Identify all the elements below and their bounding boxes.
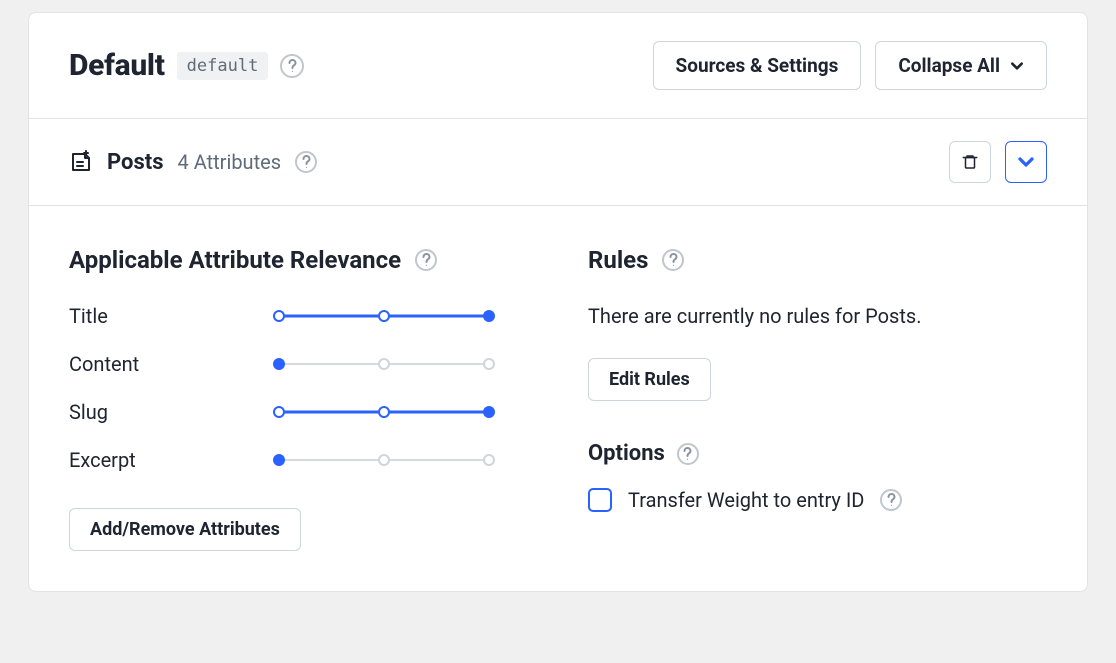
header-left: Default default — [69, 48, 304, 83]
slider-stop[interactable] — [273, 406, 285, 418]
slider-stop[interactable] — [273, 358, 285, 370]
slider-stop[interactable] — [483, 406, 495, 418]
header-bar: Default default Sources & Settings Colla… — [29, 13, 1087, 119]
attributes-heading: Applicable Attribute Relevance — [69, 246, 401, 274]
options-heading: Options — [588, 441, 665, 466]
page-title: Default — [69, 48, 165, 83]
relevance-slider[interactable] — [279, 406, 489, 418]
attribute-label: Slug — [69, 400, 279, 424]
section-title: Posts — [107, 150, 164, 175]
help-icon[interactable] — [677, 443, 699, 465]
slider-stop[interactable] — [378, 310, 390, 322]
slider-stop[interactable] — [378, 406, 390, 418]
rules-heading: Rules — [588, 246, 648, 274]
section-header-actions — [949, 141, 1047, 183]
rules-column: Rules There are currently no rules for P… — [588, 246, 1047, 551]
document-plus-icon — [69, 150, 93, 174]
button-label: Edit Rules — [609, 369, 690, 390]
section-header: Posts 4 Attributes — [29, 119, 1087, 206]
header-actions: Sources & Settings Collapse All — [653, 41, 1047, 90]
button-label: Collapse All — [898, 54, 1000, 77]
rules-empty-text: There are currently no rules for Posts. — [588, 304, 1047, 328]
trash-icon — [961, 153, 979, 171]
attribute-label: Title — [69, 304, 279, 328]
transfer-weight-checkbox[interactable] — [588, 488, 612, 512]
chevron-down-icon — [1010, 59, 1024, 73]
slider-stop[interactable] — [378, 454, 390, 466]
help-icon[interactable] — [415, 249, 437, 271]
slider-stop[interactable] — [483, 310, 495, 322]
attribute-label: Content — [69, 352, 279, 376]
section-header-left: Posts 4 Attributes — [69, 150, 317, 175]
attribute-row: Title — [69, 304, 528, 328]
engine-tag: default — [177, 52, 269, 80]
relevance-slider[interactable] — [279, 310, 489, 322]
section-subtitle: 4 Attributes — [178, 150, 282, 174]
help-icon[interactable] — [880, 489, 902, 511]
collapse-section-button[interactable] — [1005, 141, 1047, 183]
slider-stop[interactable] — [483, 358, 495, 370]
slider-stop[interactable] — [273, 310, 285, 322]
option-row: Transfer Weight to entry ID — [588, 488, 1047, 512]
help-icon[interactable] — [662, 249, 684, 271]
relevance-slider[interactable] — [279, 454, 489, 466]
edit-rules-button[interactable]: Edit Rules — [588, 358, 711, 401]
add-remove-attributes-button[interactable]: Add/Remove Attributes — [69, 508, 301, 551]
slider-stop[interactable] — [378, 358, 390, 370]
attribute-list: Title Content Slug Excerpt — [69, 304, 528, 472]
sources-settings-button[interactable]: Sources & Settings — [653, 41, 862, 90]
checkbox-label: Transfer Weight to entry ID — [628, 488, 864, 512]
attribute-row: Slug — [69, 400, 528, 424]
attribute-label: Excerpt — [69, 448, 279, 472]
attribute-row: Excerpt — [69, 448, 528, 472]
delete-button[interactable] — [949, 141, 991, 183]
collapse-all-button[interactable]: Collapse All — [875, 41, 1047, 90]
attribute-row: Content — [69, 352, 528, 376]
help-icon[interactable] — [295, 151, 317, 173]
slider-stop[interactable] — [483, 454, 495, 466]
button-label: Sources & Settings — [676, 54, 839, 77]
section-panel: Applicable Attribute Relevance Title Cont… — [29, 206, 1087, 591]
help-icon[interactable] — [280, 54, 304, 78]
button-label: Add/Remove Attributes — [90, 519, 280, 540]
chevron-down-icon — [1017, 153, 1035, 171]
attributes-column: Applicable Attribute Relevance Title Cont… — [69, 246, 528, 551]
slider-stop[interactable] — [273, 454, 285, 466]
relevance-slider[interactable] — [279, 358, 489, 370]
